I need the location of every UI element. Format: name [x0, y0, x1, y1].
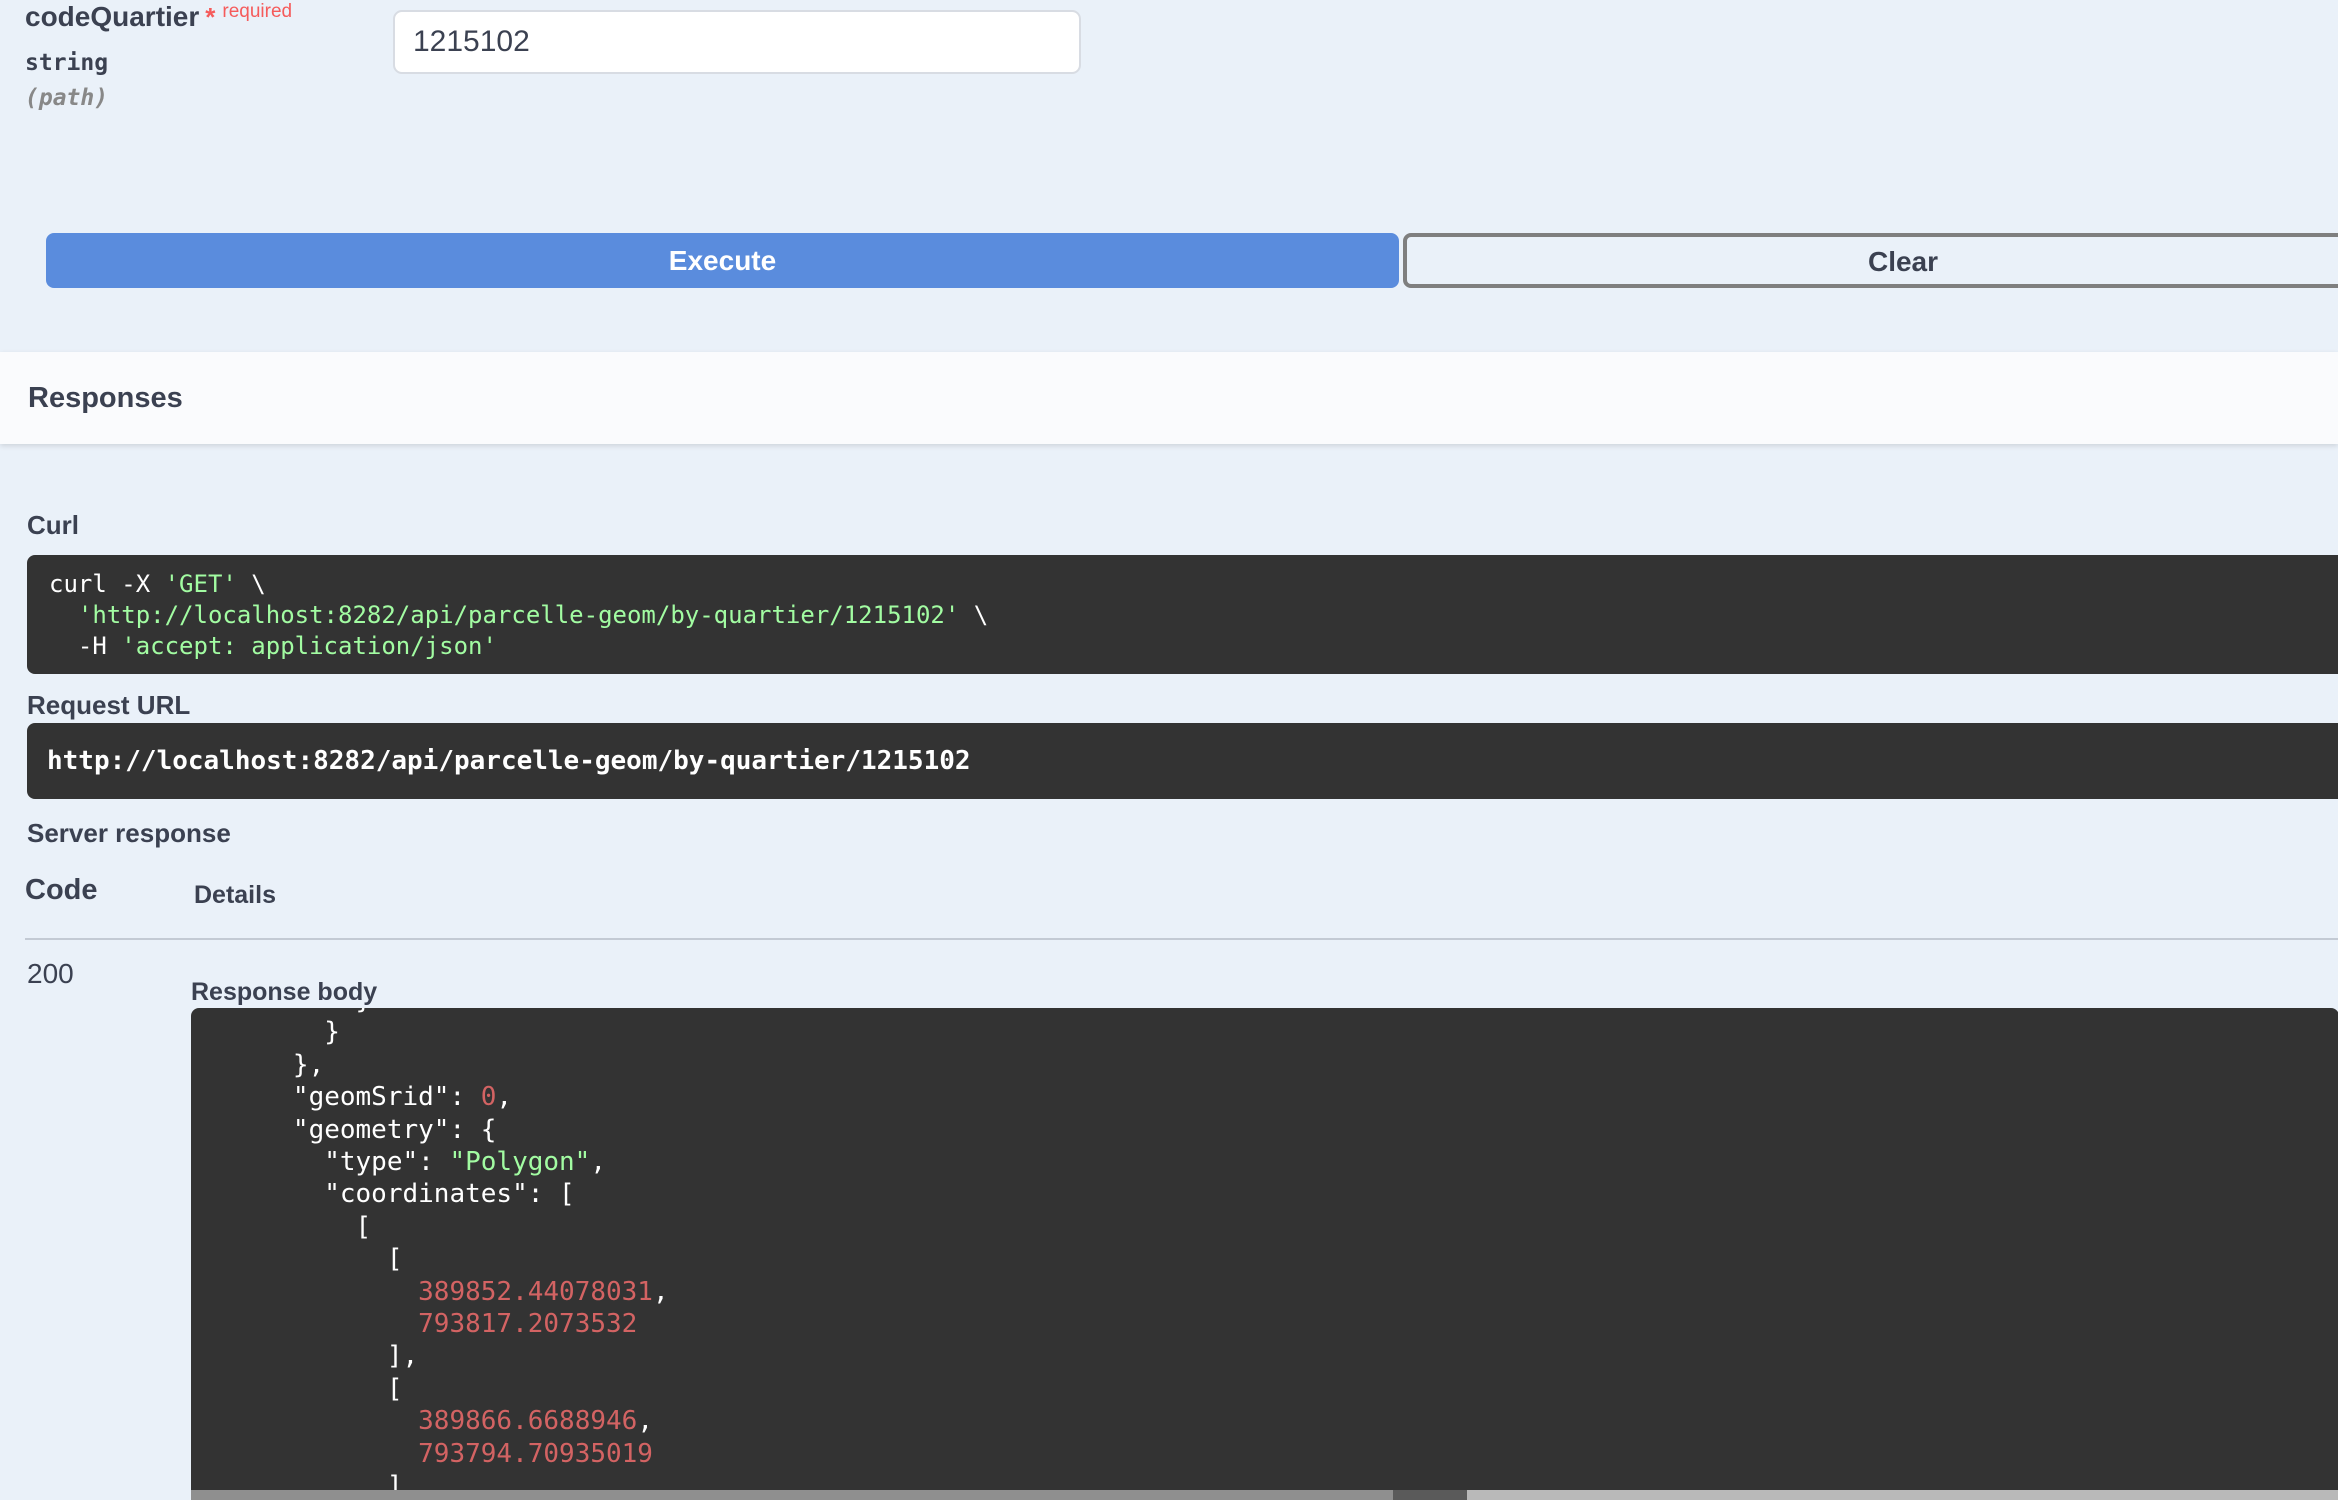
responses-heading: Responses — [28, 381, 183, 414]
server-response-label: Server response — [27, 818, 231, 848]
parameter-location: (path) — [25, 85, 109, 111]
response-table-divider — [25, 938, 2338, 940]
parameter-name-block: codeQuartier * required string (path) — [25, 0, 292, 111]
parameter-type: string — [25, 50, 109, 76]
clear-button[interactable]: Clear — [1403, 233, 2338, 288]
scrollbar-thumb[interactable] — [1393, 1490, 1467, 1500]
response-body-horizontal-scrollbar[interactable] — [191, 1490, 2338, 1500]
parameter-value-input[interactable] — [393, 10, 1081, 74]
request-url-label: Request URL — [27, 690, 191, 720]
responses-section-header: Responses — [0, 352, 2338, 444]
parameter-name-text: codeQuartier — [25, 1, 200, 32]
execute-button[interactable]: Execute — [46, 233, 1399, 288]
status-code: 200 — [27, 958, 74, 989]
parameter-name: codeQuartier * required — [25, 0, 292, 38]
response-body-label: Response body — [191, 978, 378, 1006]
request-url-text: http://localhost:8282/api/parcelle-geom/… — [47, 746, 971, 776]
curl-command[interactable]: curl -X 'GET' \ 'http://localhost:8282/a… — [27, 555, 2338, 674]
response-body[interactable]: } } }, "geomSrid": 0, "geometry": { "typ… — [191, 1008, 2338, 1500]
curl-label: Curl — [27, 510, 79, 540]
required-star: * — [205, 2, 216, 32]
scrollbar-track — [191, 1490, 1393, 1500]
response-details-header: Details — [194, 881, 276, 909]
response-body-code: } } }, "geomSrid": 0, "geometry": { "typ… — [199, 1008, 669, 1500]
response-code-header: Code — [25, 874, 98, 906]
required-label: required — [222, 1, 293, 22]
swagger-ui-page: codeQuartier* required string (path) Exec… — [0, 0, 2338, 1500]
request-url-value[interactable]: http://localhost:8282/api/parcelle-geom/… — [27, 723, 2338, 799]
